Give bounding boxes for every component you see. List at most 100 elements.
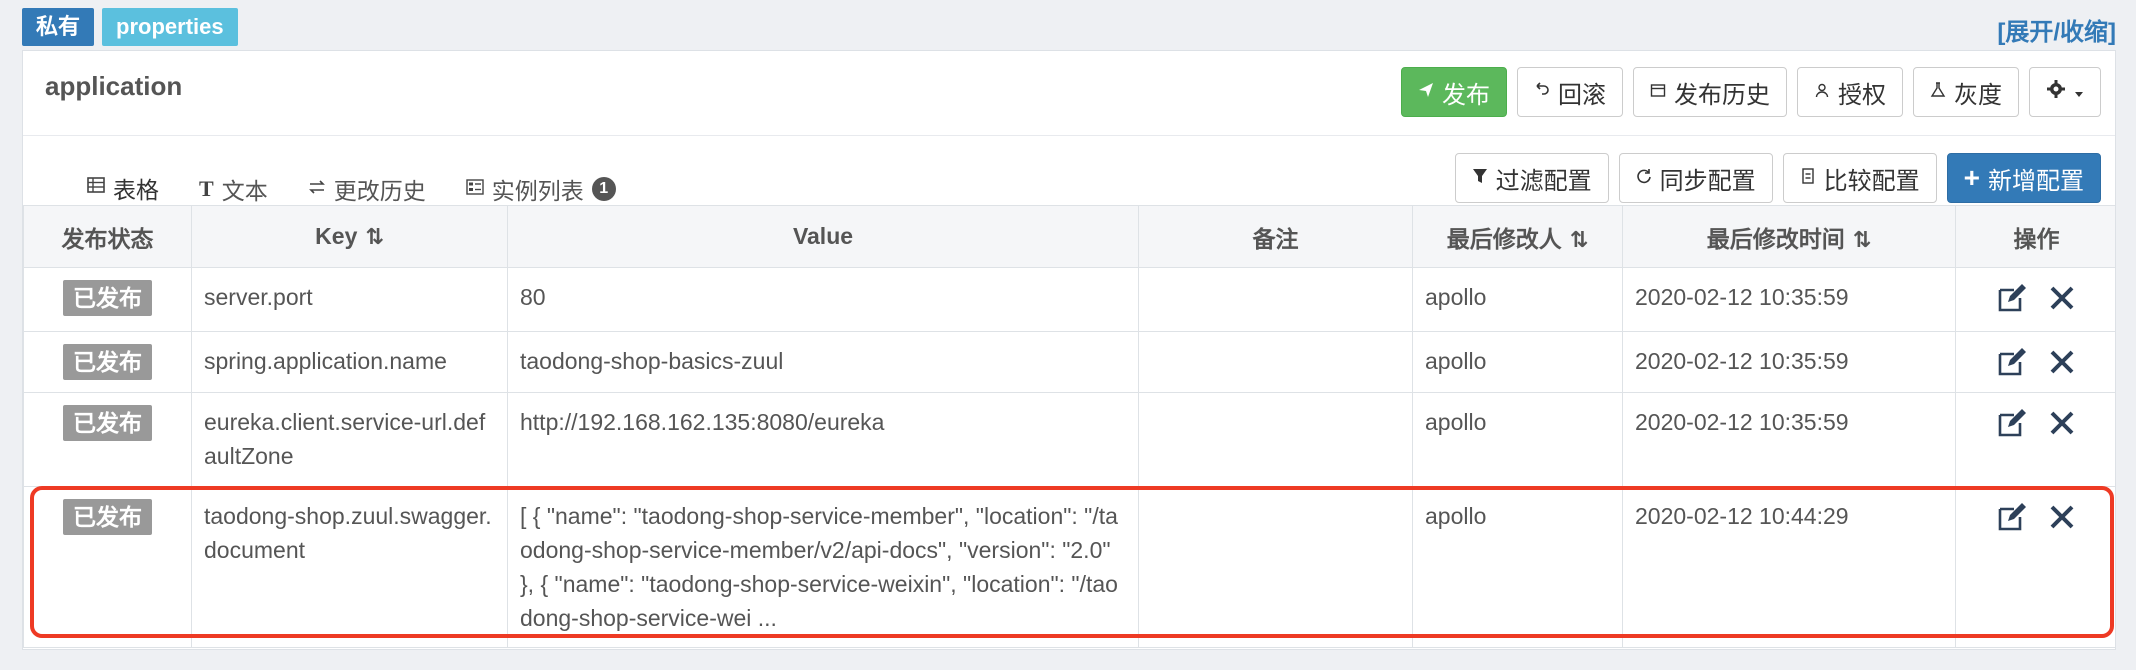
edit-icon[interactable] [1995, 407, 2029, 441]
refresh-icon [1636, 168, 1652, 189]
status-badge: 已发布 [63, 280, 152, 316]
key-cell: server.port [191, 267, 508, 332]
value-cell: taodong-shop-basics-zuul [507, 331, 1139, 393]
modifier-cell: apollo [1412, 267, 1623, 332]
private-badge: 私有 [22, 8, 95, 46]
config-table: 发布状态 Key ⇅ Value 备注 最后修改人 ⇅ 最后修改时间 ⇅ 操作 已发布… [23, 205, 2115, 648]
time-cell: 2020-02-12 10:35:59 [1622, 267, 1956, 332]
key-cell: spring.application.name [191, 331, 508, 393]
table-header-row: 发布状态 Key ⇅ Value 备注 最后修改人 ⇅ 最后修改时间 ⇅ 操作 [23, 205, 2115, 268]
swap-icon [308, 179, 326, 200]
rollback-button[interactable]: 回滚 [1517, 67, 1623, 117]
format-badge: properties [102, 8, 238, 46]
instance-count-badge: 1 [591, 177, 616, 201]
col-header-key[interactable]: Key ⇅ [191, 205, 508, 268]
status-cell: 已发布 [23, 392, 192, 487]
value-cell: http://192.168.162.135:8080/eureka [507, 392, 1139, 487]
authorize-label: 授权 [1838, 81, 1886, 109]
status-cell: 已发布 [23, 267, 192, 332]
authorize-button[interactable]: 授权 [1797, 67, 1903, 117]
comment-cell [1138, 486, 1413, 648]
delete-icon[interactable] [2045, 407, 2079, 441]
status-badge: 已发布 [63, 344, 152, 380]
col-header-modifier[interactable]: 最后修改人 ⇅ [1412, 205, 1623, 268]
namespace-title: application [45, 71, 183, 101]
operations-cell [1955, 267, 2115, 332]
calendar-icon [1650, 82, 1666, 103]
edit-icon[interactable] [1995, 346, 2029, 380]
col-header-modified-time[interactable]: 最后修改时间 ⇅ [1622, 205, 1956, 268]
comment-cell [1138, 331, 1413, 393]
undo-icon [1534, 81, 1550, 103]
tab-instance-list[interactable]: 实例列表 1 [446, 169, 636, 209]
publish-history-label: 发布历史 [1674, 81, 1770, 109]
col-header-operations: 操作 [1955, 205, 2115, 268]
table-row: 已发布 server.port 80 apollo 2020-02-12 10:… [23, 267, 2115, 332]
edit-icon[interactable] [1995, 501, 2029, 535]
delete-icon[interactable] [2045, 501, 2079, 535]
gray-release-button[interactable]: 灰度 [1913, 67, 2019, 117]
settings-dropdown-button[interactable] [2029, 67, 2101, 117]
filter-config-label: 过滤配置 [1495, 167, 1592, 195]
status-badge: 已发布 [63, 499, 152, 535]
delete-icon[interactable] [2045, 282, 2079, 316]
comment-cell [1138, 392, 1413, 487]
filter-config-button[interactable]: 过滤配置 [1454, 153, 1609, 203]
modifier-cell: apollo [1412, 392, 1623, 487]
namespace-panel: application 发布 回滚 发布历史 授权 灰度 表格 T 文本 更改历… [22, 50, 2116, 650]
sort-icon[interactable]: ⇅ [365, 224, 383, 249]
status-badge: 已发布 [63, 405, 152, 441]
expand-collapse-link[interactable]: [展开/收缩] [1997, 12, 2116, 47]
delete-icon[interactable] [2045, 346, 2079, 380]
time-cell: 2020-02-12 10:35:59 [1622, 392, 1956, 487]
table-row: 已发布 eureka.client.service-url.defaultZon… [23, 392, 2115, 487]
publish-button[interactable]: 发布 [1401, 67, 1507, 117]
compare-config-label: 比较配置 [1823, 167, 1920, 195]
modifier-cell: apollo [1412, 331, 1623, 393]
rollback-label: 回滚 [1558, 81, 1606, 109]
tab-instance-list-label: 实例列表 [491, 178, 584, 204]
sync-config-label: 同步配置 [1659, 167, 1756, 195]
operations-cell [1955, 486, 2115, 648]
sync-config-button[interactable]: 同步配置 [1618, 153, 1773, 203]
col-header-comment: 备注 [1138, 205, 1413, 268]
value-cell: 80 [507, 267, 1139, 332]
send-icon [1418, 82, 1434, 103]
tab-table[interactable]: 表格 [67, 169, 179, 209]
table-row: 已发布 spring.application.name taodong-shop… [23, 331, 2115, 393]
gear-icon [2046, 78, 2066, 106]
tab-table-label: 表格 [113, 176, 159, 203]
col-header-status: 发布状态 [23, 205, 192, 268]
publish-history-button[interactable]: 发布历史 [1633, 67, 1787, 117]
sort-icon[interactable]: ⇅ [1570, 227, 1588, 252]
add-config-button[interactable]: + 新增配置 [1946, 153, 2101, 203]
list-icon [465, 178, 484, 200]
tab-text[interactable]: T 文本 [179, 169, 288, 209]
namespace-toolbar: 发布 回滚 发布历史 授权 灰度 [1401, 67, 2101, 117]
sort-icon[interactable]: ⇅ [1853, 227, 1871, 252]
modifier-cell: apollo [1412, 486, 1623, 648]
gray-release-label: 灰度 [1954, 81, 2002, 109]
table-icon [87, 177, 105, 198]
time-cell: 2020-02-12 10:44:29 [1622, 486, 1956, 648]
status-cell: 已发布 [23, 486, 192, 648]
view-tabs: 表格 T 文本 更改历史 实例列表 1 [67, 169, 636, 209]
config-actions: 过滤配置 同步配置 比较配置 + 新增配置 [1454, 153, 2101, 203]
edit-icon[interactable] [1995, 282, 2029, 316]
flask-icon [1930, 81, 1946, 103]
namespace-header: 私有 properties [22, 8, 238, 48]
status-cell: 已发布 [23, 331, 192, 393]
key-cell: eureka.client.service-url.defaultZone [191, 392, 508, 487]
compare-config-button[interactable]: 比较配置 [1782, 153, 1937, 203]
time-cell: 2020-02-12 10:35:59 [1622, 331, 1956, 393]
plus-icon: + [1963, 162, 1980, 193]
table-row: 已发布 taodong-shop.zuul.swagger.document [… [23, 486, 2115, 648]
key-cell: taodong-shop.zuul.swagger.document [191, 486, 508, 648]
tab-text-label: 文本 [221, 178, 268, 204]
text-icon: T [199, 176, 214, 201]
caret-down-icon [2074, 78, 2084, 106]
col-header-value: Value [507, 205, 1139, 268]
publish-label: 发布 [1442, 81, 1490, 109]
value-cell: [ { "name": "taodong-shop-service-member… [507, 486, 1139, 648]
tab-change-history[interactable]: 更改历史 [288, 169, 446, 209]
